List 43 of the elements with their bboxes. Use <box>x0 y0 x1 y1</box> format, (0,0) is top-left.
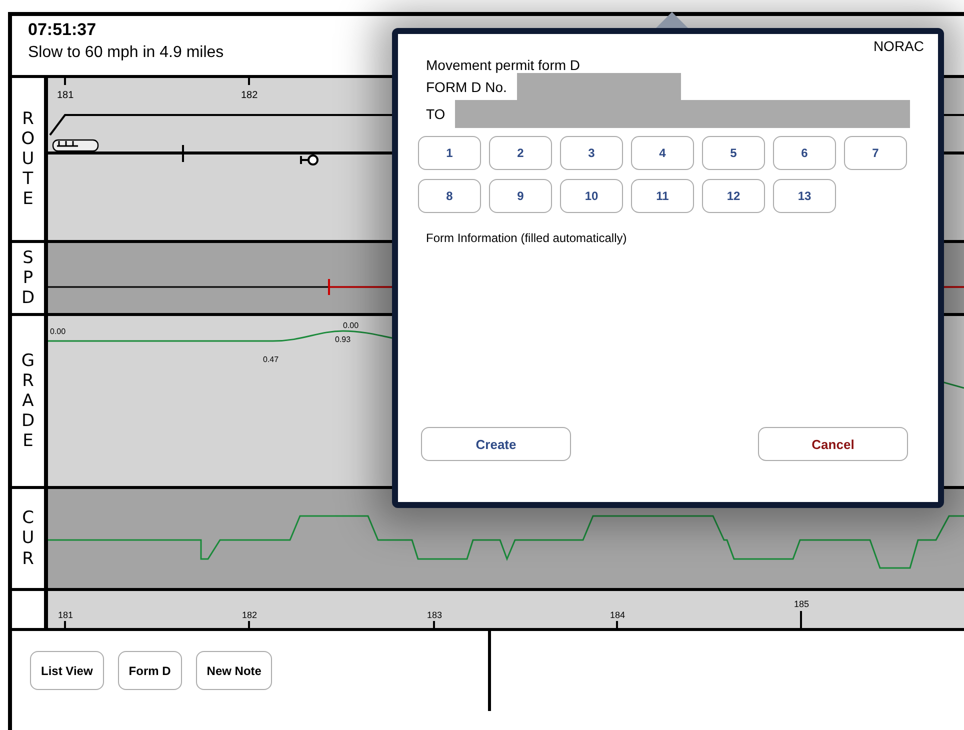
milepost-label: 181 <box>58 610 74 620</box>
grade-value: 0.00 <box>50 327 66 336</box>
info-label: Form Information (filled automatically) <box>426 231 628 245</box>
track-label: ROUTE <box>20 108 36 210</box>
number-button[interactable]: 1 <box>418 136 481 170</box>
toolbar-button[interactable]: New Note <box>196 651 272 690</box>
dialog-title: Movement permit form D <box>426 57 580 73</box>
track-label: SPD <box>20 248 36 308</box>
speed-message: Slow to 60 mph in 4.9 miles <box>28 44 224 62</box>
popover-arrow-icon <box>656 12 688 28</box>
number-button[interactable]: 5 <box>702 136 765 170</box>
number-button[interactable]: 11 <box>631 179 694 213</box>
toolbar-button[interactable]: List View <box>30 651 104 690</box>
number-button[interactable]: 4 <box>631 136 694 170</box>
milepost-label: 185 <box>794 599 810 609</box>
cancel-button[interactable]: Cancel <box>758 427 908 461</box>
track-label: GRADE <box>20 350 36 452</box>
grade-value: 0.00 <box>343 321 359 330</box>
field-label: FORM D No. <box>426 78 507 94</box>
field-label: TO <box>426 106 446 122</box>
time-display: 07:51:37 <box>28 20 96 40</box>
number-button[interactable]: 12 <box>702 179 765 213</box>
milepost-label: 184 <box>610 610 626 620</box>
number-button[interactable]: 7 <box>844 136 907 170</box>
number-button[interactable]: 2 <box>489 136 552 170</box>
grade-value: 0.47 <box>263 355 279 364</box>
create-button[interactable]: Create <box>421 427 571 461</box>
number-button[interactable]: 13 <box>773 179 836 213</box>
number-button[interactable]: 8 <box>418 179 481 213</box>
number-button[interactable]: 10 <box>560 179 623 213</box>
milepost-label: 183 <box>427 610 442 620</box>
milepost-label: 182 <box>242 610 258 620</box>
number-button[interactable]: 3 <box>560 136 623 170</box>
number-button[interactable]: 6 <box>773 136 836 170</box>
milepost-label: 182 <box>241 90 258 101</box>
grade-value: 0.93 <box>335 335 351 344</box>
input-field[interactable] <box>516 72 681 100</box>
number-button[interactable]: 9 <box>489 179 552 213</box>
toolbar-button[interactable]: Form D <box>118 651 182 690</box>
input-field[interactable] <box>455 100 910 128</box>
milepost-label: 181 <box>57 90 74 101</box>
track-label: CUR <box>20 508 36 569</box>
rulebook-label: NORAC <box>873 38 924 54</box>
